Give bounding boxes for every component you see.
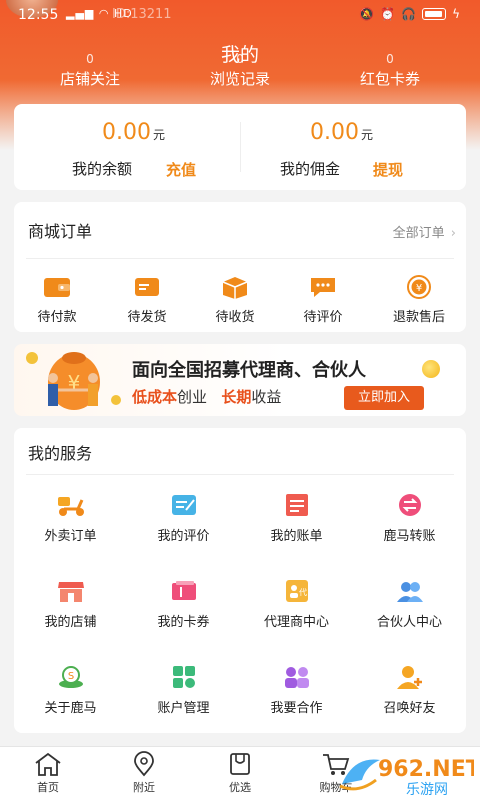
join-now-button[interactable]: 立即加入: [344, 386, 424, 410]
stat-store-follow[interactable]: 0 店铺关注: [10, 52, 170, 89]
scooter-icon: [57, 497, 84, 516]
account-icon: [172, 666, 195, 688]
invite-icon: [396, 666, 422, 689]
agent-icon: 代: [285, 580, 308, 602]
service-takeout-orders[interactable]: 外卖订单: [14, 492, 127, 562]
status-time: 12:55: [18, 7, 59, 23]
bag-icon: [230, 753, 250, 775]
recruit-banner[interactable]: ¥ 面向全国招募代理商、合伙人 低成本创业 长期收益 立即加入: [14, 344, 466, 416]
order-pending-shipment[interactable]: 待发货: [102, 274, 192, 325]
bill-icon: [285, 494, 308, 516]
stat-label: 浏览记录: [209, 70, 270, 88]
services-title: 我的服务: [28, 444, 93, 463]
signal-icon: ▂▄▆: [66, 7, 95, 20]
headset-icon: 🎧: [401, 7, 417, 21]
service-agent-center[interactable]: 代 代理商中心: [240, 578, 353, 648]
edit-icon: [171, 495, 196, 515]
svg-text:S: S: [67, 671, 73, 682]
all-orders-link[interactable]: 全部订单 ›: [393, 222, 456, 241]
wallet-icon: [44, 278, 70, 297]
services-card: 我的服务 外卖订单 我的评价 我的账单 鹿马转账 我的店铺 我的卡券 代 代理商…: [14, 428, 466, 733]
stat-browse-history[interactable]: 0 浏览记录: [160, 52, 320, 89]
comment-icon: [311, 278, 335, 297]
box-icon: [222, 277, 248, 299]
balance-section: 0.00 元 我的余额 充值: [14, 104, 240, 190]
svg-text:乐游网: 乐游网: [406, 782, 448, 798]
divider: [26, 474, 454, 475]
wallet-card: 0.00 元 我的余额 充值 0.00 元 我的佣金 提现: [14, 104, 466, 190]
user-id: ID:13211: [112, 7, 172, 22]
orders-card: 商城订单 全部订单 › 待付款 待发货 待收货 待评价 ¥ 退款售后: [14, 202, 466, 332]
alarm-icon: ⏰: [380, 7, 396, 21]
commission-amount: 0.00 元: [310, 120, 373, 145]
nav-home[interactable]: 首页: [8, 751, 88, 795]
service-transfer[interactable]: 鹿马转账: [353, 492, 466, 562]
charging-icon: ϟ: [452, 7, 460, 21]
nav-featured[interactable]: 优选: [200, 751, 280, 795]
battery-icon: [422, 8, 447, 20]
service-my-store[interactable]: 我的店铺: [14, 578, 127, 648]
status-bar: 12:55 ▂▄▆ ◠ HD ID:13211 🔕 ⏰ 🎧 ϟ: [0, 4, 480, 26]
withdraw-button[interactable]: 提现: [373, 159, 403, 180]
svg-text:代: 代: [299, 587, 307, 597]
nav-nearby[interactable]: 附近: [104, 751, 184, 795]
info-icon: S: [58, 666, 83, 688]
handshake-illustration: ¥: [26, 352, 121, 410]
order-status-row: 待付款 待发货 待收货 待评价 ¥ 退款售后: [14, 274, 466, 330]
order-pending-receipt[interactable]: 待收货: [190, 274, 280, 325]
order-refund[interactable]: ¥ 退款售后: [374, 274, 464, 325]
store-icon: [57, 582, 84, 602]
commission-label: 我的佣金: [280, 160, 341, 178]
watermark-logo: 962.NET 乐游网: [339, 757, 474, 798]
stat-label: 店铺关注: [59, 70, 120, 88]
stats-row: 0 店铺关注 0 浏览记录 0 红包卡券: [0, 52, 480, 92]
svg-text:962.NET: 962.NET: [378, 757, 474, 782]
home-icon: [35, 752, 61, 776]
coupon-icon: [171, 581, 196, 600]
service-invite-friends[interactable]: 召唤好友: [353, 664, 466, 734]
stat-count: 0: [386, 52, 394, 66]
refund-icon: ¥: [407, 275, 431, 299]
wifi-icon: ◠: [98, 7, 110, 20]
orders-title: 商城订单: [28, 222, 93, 241]
card-icon: [135, 278, 159, 296]
service-about[interactable]: S 关于鹿马: [14, 664, 127, 734]
coin-icon: [422, 360, 440, 378]
chevron-right-icon: ›: [450, 226, 456, 241]
banner-title: 面向全国招募代理商、合伙人: [132, 360, 366, 381]
divider: [26, 258, 454, 259]
service-my-reviews[interactable]: 我的评价: [127, 492, 240, 562]
balance-label: 我的余额: [72, 160, 133, 178]
partners-icon: [396, 582, 423, 602]
status-icons: 🔕 ⏰ 🎧 ϟ: [359, 7, 460, 21]
recharge-button[interactable]: 充值: [166, 159, 196, 180]
transfer-icon: [398, 494, 421, 516]
commission-section: 0.00 元 我的佣金 提现: [240, 104, 466, 190]
cooperate-icon: [284, 667, 309, 688]
order-pending-review[interactable]: 待评价: [278, 274, 368, 325]
service-my-coupons[interactable]: 我的卡券: [127, 578, 240, 648]
service-cooperate[interactable]: 我要合作: [240, 664, 353, 734]
service-partner-center[interactable]: 合伙人中心: [353, 578, 466, 648]
service-my-bills[interactable]: 我的账单: [240, 492, 353, 562]
stat-count: 0: [236, 52, 244, 66]
stat-count: 0: [86, 52, 94, 66]
balance-amount: 0.00 元: [102, 120, 165, 145]
stat-label: 红包卡券: [359, 70, 420, 88]
stat-coupons[interactable]: 0 红包卡券: [310, 52, 470, 89]
mute-icon: 🔕: [359, 7, 375, 21]
banner-subtitle: 低成本创业 长期收益: [132, 388, 282, 406]
service-account-management[interactable]: 账户管理: [127, 664, 240, 734]
svg-text:¥: ¥: [416, 283, 422, 294]
location-icon: [134, 751, 154, 777]
order-pending-payment[interactable]: 待付款: [12, 274, 102, 325]
